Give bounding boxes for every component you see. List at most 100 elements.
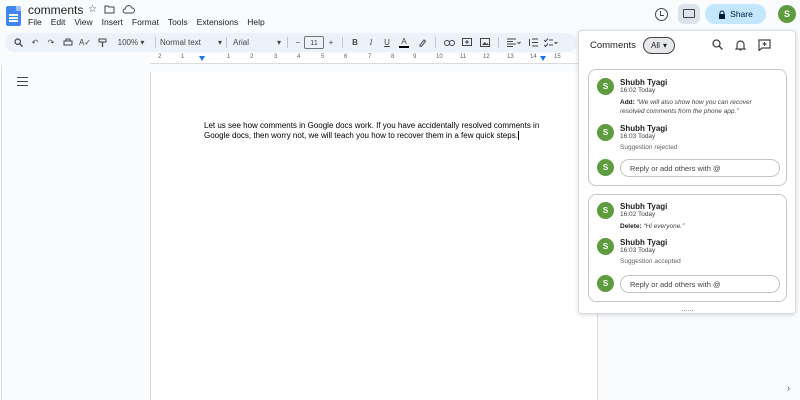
menu-tools[interactable]: Tools: [168, 17, 188, 27]
filter-value: All: [651, 41, 660, 50]
suggestion-quote: “We will also show how you can recover r…: [620, 99, 752, 115]
insert-image-icon[interactable]: [476, 34, 494, 51]
ruler-number: 8: [391, 54, 395, 60]
checklist-icon[interactable]: [541, 34, 561, 51]
ruler-number: 14: [530, 54, 537, 60]
divider: [226, 37, 227, 48]
ruler-number: 4: [297, 54, 301, 60]
ruler-number: 2: [158, 54, 162, 60]
author-name: Shubh Tyagi: [620, 238, 668, 247]
document-title[interactable]: comments: [28, 3, 83, 17]
menu-extensions[interactable]: Extensions: [197, 17, 239, 27]
version-history-icon[interactable]: [655, 8, 668, 21]
suggestion-action: Add:: [620, 99, 635, 106]
redo-icon[interactable]: ↷: [43, 34, 59, 51]
zoom-select[interactable]: 100% ▾: [111, 34, 151, 51]
account-avatar[interactable]: S: [778, 5, 796, 23]
author-avatar: S: [597, 238, 614, 255]
notifications-bell-icon[interactable]: [735, 39, 746, 51]
ruler-number: 6: [344, 54, 348, 60]
style-select[interactable]: Normal text ▾: [160, 34, 222, 51]
vertical-ruler[interactable]: [0, 65, 2, 400]
right-indent-marker-icon[interactable]: [540, 56, 546, 62]
comment-reply: S Shubh Tyagi 16:03 Today Suggestion acc…: [597, 238, 782, 266]
panel-resize-handle[interactable]: [682, 310, 693, 312]
font-size-input[interactable]: 11: [304, 36, 324, 49]
comment-time: 16:02 Today: [620, 211, 656, 218]
divider: [435, 37, 436, 48]
cloud-status-icon[interactable]: [122, 4, 135, 15]
document-outline-icon[interactable]: [17, 77, 28, 87]
font-select[interactable]: Arial ▾: [231, 34, 283, 51]
insert-link-icon[interactable]: [440, 34, 458, 51]
ruler-number: 15: [554, 54, 561, 60]
comment-thread[interactable]: S Shubh Tyagi 16:02 Today Delete: “Hi ev…: [588, 194, 787, 302]
document-body[interactable]: Let us see how comments in Google docs w…: [204, 121, 549, 141]
move-folder-icon[interactable]: [104, 4, 115, 15]
chevron-down-icon: ▾: [662, 41, 667, 50]
undo-icon[interactable]: ↶: [27, 34, 43, 51]
increase-font-size-icon[interactable]: +: [324, 34, 338, 51]
reply-input[interactable]: Reply or add others with @: [620, 159, 780, 177]
ruler-number: 2: [250, 54, 254, 60]
search-menus-icon[interactable]: [9, 34, 27, 51]
menu-bar: File Edit View Insert Format Tools Exten…: [28, 17, 265, 27]
chevron-right-icon[interactable]: ›: [787, 383, 790, 393]
divider: [498, 37, 499, 48]
menu-help[interactable]: Help: [247, 17, 264, 27]
font-value: Arial: [233, 38, 250, 47]
menu-view[interactable]: View: [74, 17, 92, 27]
left-indent-marker-icon[interactable]: [199, 56, 205, 62]
search-comments-icon[interactable]: [712, 39, 723, 51]
text-color-icon[interactable]: A: [395, 34, 413, 51]
author-name: Shubh Tyagi: [620, 202, 668, 211]
author-avatar: S: [597, 202, 614, 219]
highlight-color-icon[interactable]: [413, 34, 431, 51]
horizontal-ruler[interactable]: 2 1 1 2 3 4 5 6 7 8 9 10 11 12 13 14 15: [150, 54, 578, 64]
docs-logo-icon[interactable]: [6, 6, 21, 26]
decrease-font-size-icon[interactable]: −: [292, 34, 304, 51]
comment-time: 16:02 Today: [620, 87, 656, 94]
ruler-number: 12: [483, 54, 490, 60]
comments-panel: Comments All ▾ S Shubh Tyagi 16:02 Today …: [578, 30, 796, 314]
menu-insert[interactable]: Insert: [102, 17, 123, 27]
star-icon[interactable]: ☆: [88, 4, 97, 15]
menu-format[interactable]: Format: [132, 17, 159, 27]
reply-avatar: S: [597, 159, 614, 176]
share-button[interactable]: Share: [705, 4, 766, 24]
italic-icon[interactable]: I: [363, 34, 379, 51]
comment-time: 16:03 Today: [620, 247, 656, 254]
suggestion-status: Suggestion rejected: [620, 144, 678, 151]
paint-format-icon[interactable]: [93, 34, 111, 51]
zoom-value: 100%: [117, 38, 139, 47]
menu-edit[interactable]: Edit: [51, 17, 66, 27]
print-icon[interactable]: [59, 34, 77, 51]
open-comments-button[interactable]: [678, 4, 700, 24]
divider: [155, 37, 156, 48]
style-value: Normal text: [160, 38, 201, 47]
spellcheck-icon[interactable]: A✓: [77, 34, 93, 51]
share-label: Share: [730, 9, 753, 19]
suggestion-quote: “Hi everyone.”: [643, 223, 685, 230]
new-comment-icon[interactable]: [758, 39, 771, 51]
line-spacing-icon[interactable]: [525, 34, 541, 51]
comment-reply: S Shubh Tyagi 16:03 Today Suggestion rej…: [597, 124, 782, 152]
comment-time: 16:03 Today: [620, 133, 656, 140]
ruler-number: 1: [227, 54, 231, 60]
reply-input[interactable]: Reply or add others with @: [620, 275, 780, 293]
ruler-number: 9: [413, 54, 417, 60]
ruler-number: 10: [436, 54, 443, 60]
author-avatar: S: [597, 78, 614, 95]
author-name: Shubh Tyagi: [620, 124, 668, 133]
lock-icon: [719, 10, 726, 19]
underline-icon[interactable]: U: [379, 34, 395, 51]
formatting-toolbar: ↶ ↷ A✓ 100% ▾ Normal text ▾ Arial ▾ − 11 +…: [5, 33, 577, 52]
comment-thread[interactable]: S Shubh Tyagi 16:02 Today Add: “We will …: [588, 69, 787, 186]
author-name: Shubh Tyagi: [620, 78, 668, 87]
align-icon[interactable]: [503, 34, 525, 51]
menu-file[interactable]: File: [28, 17, 42, 27]
comments-filter-select[interactable]: All ▾: [643, 37, 675, 54]
add-comment-icon[interactable]: [458, 34, 476, 51]
chevron-down-icon: ▾: [140, 38, 145, 47]
bold-icon[interactable]: B: [347, 34, 363, 51]
